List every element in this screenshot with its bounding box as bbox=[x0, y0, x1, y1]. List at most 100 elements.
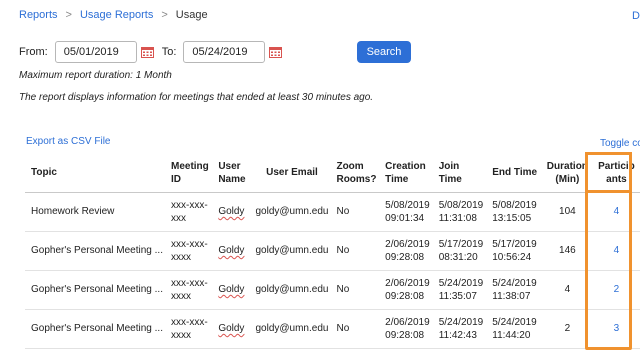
user-name: Goldy bbox=[218, 206, 245, 217]
table-row: Homework Review xxx-xxx-xxx Goldy goldy@… bbox=[25, 192, 640, 232]
duration-cell: 4 bbox=[541, 270, 593, 310]
zoom-rooms-cell: No bbox=[332, 231, 382, 271]
user-name-cell: Goldy bbox=[214, 270, 252, 310]
table-header-row: Topic Meeting ID User Name User Email Zo… bbox=[25, 154, 640, 193]
participants-link[interactable]: 2 bbox=[614, 284, 620, 295]
meeting-id-part: xxx-xxx- bbox=[170, 316, 208, 328]
creation-date: 2/06/2019 bbox=[385, 238, 430, 250]
meeting-id-part: xxxx bbox=[170, 329, 191, 341]
header-user-email: User Email bbox=[251, 154, 333, 193]
creation-clock: 09:28:08 bbox=[385, 290, 425, 302]
creation-date: 5/08/2019 bbox=[385, 199, 430, 211]
participants-cell: 2 bbox=[592, 270, 640, 310]
table-row: Gopher's Personal Meeting ... xxx-xxx-xx… bbox=[25, 231, 640, 271]
creation-clock: 09:01:34 bbox=[385, 212, 425, 224]
to-label: To: bbox=[161, 46, 177, 58]
report-info-note: The report displays information for meet… bbox=[19, 92, 374, 103]
creation-date: 2/06/2019 bbox=[385, 316, 430, 328]
search-button[interactable]: Search bbox=[357, 41, 411, 63]
user-name: Goldy bbox=[218, 245, 245, 256]
table-row: Gopher's Personal Meeting ... xxx-xxx-xx… bbox=[25, 270, 640, 310]
participants-link[interactable]: 3 bbox=[614, 323, 620, 334]
user-email-cell: goldy@umn.edu bbox=[251, 309, 333, 349]
meeting-id-part: xxxx bbox=[170, 251, 191, 263]
participants-cell: 4 bbox=[592, 192, 640, 232]
participants-cell: 3 bbox=[592, 309, 640, 349]
breadcrumb-separator: > bbox=[65, 9, 72, 21]
header-user-name: User Name bbox=[214, 154, 252, 193]
header-join-time: Join Time bbox=[434, 154, 489, 193]
to-date-input[interactable] bbox=[183, 41, 266, 63]
topic-cell: Gopher's Personal Meeting ... bbox=[25, 231, 167, 271]
join-clock: 08:31:20 bbox=[438, 251, 478, 263]
breadcrumb-current: Usage bbox=[175, 9, 208, 21]
topic-cell: Gopher's Personal Meeting ... bbox=[25, 309, 167, 349]
header-meeting-id: Meeting ID bbox=[166, 154, 215, 193]
meeting-id-part: xxx-xxx- bbox=[170, 199, 208, 211]
creation-clock: 09:28:08 bbox=[385, 329, 425, 341]
meeting-id-part: xxx bbox=[170, 212, 186, 224]
participants-link[interactable]: 4 bbox=[614, 245, 620, 256]
join-date: 5/24/2019 bbox=[438, 277, 484, 289]
from-date-input[interactable] bbox=[54, 41, 137, 63]
toggle-columns-link[interactable]: Toggle co bbox=[600, 138, 640, 149]
breadcrumb: Reports > Usage Reports > Usage bbox=[19, 9, 208, 21]
user-name-cell: Goldy bbox=[214, 192, 252, 232]
header-participants: Particip ants bbox=[592, 154, 640, 193]
usage-report-table: Topic Meeting ID User Name User Email Zo… bbox=[25, 154, 640, 349]
duration-cell: 146 bbox=[541, 231, 593, 271]
meeting-id-part: xxx-xxx- bbox=[170, 238, 208, 250]
creation-time-cell: 2/06/2019 09:28:08 bbox=[381, 309, 435, 349]
header-creation-time: Creation Time bbox=[381, 154, 435, 193]
user-email-cell: goldy@umn.edu bbox=[251, 231, 333, 271]
join-clock: 11:35:07 bbox=[438, 290, 477, 302]
zoom-rooms-cell: No bbox=[332, 309, 382, 349]
zoom-rooms-cell: No bbox=[332, 270, 382, 310]
meeting-id-cell: xxx-xxx-xxxx bbox=[166, 270, 215, 310]
end-date: 5/08/2019 bbox=[492, 199, 537, 211]
topic-cell: Homework Review bbox=[25, 192, 167, 232]
date-filter-row: From: To: bbox=[19, 41, 290, 63]
participants-link[interactable]: 4 bbox=[614, 206, 620, 217]
creation-clock: 09:28:08 bbox=[385, 251, 425, 263]
creation-time-cell: 2/06/2019 09:28:08 bbox=[381, 231, 435, 271]
user-name: Goldy bbox=[218, 284, 245, 295]
breadcrumb-usage-reports-link[interactable]: Usage Reports bbox=[80, 9, 153, 21]
topic-cell: Gopher's Personal Meeting ... bbox=[25, 270, 167, 310]
creation-time-cell: 2/06/2019 09:28:08 bbox=[381, 270, 435, 310]
user-email-cell: goldy@umn.edu bbox=[251, 192, 333, 232]
user-name-cell: Goldy bbox=[214, 231, 252, 271]
join-time-cell: 5/17/2019 08:31:20 bbox=[434, 231, 489, 271]
duration-cell: 2 bbox=[541, 309, 593, 349]
header-end-time: End Time bbox=[488, 154, 542, 193]
calendar-icon[interactable] bbox=[269, 46, 283, 58]
end-clock: 10:56:24 bbox=[492, 251, 532, 263]
end-clock: 11:38:07 bbox=[492, 290, 531, 302]
user-email-cell: goldy@umn.edu bbox=[251, 270, 333, 310]
creation-date: 2/06/2019 bbox=[385, 277, 430, 289]
join-clock: 11:42:43 bbox=[438, 329, 477, 341]
end-time-cell: 5/24/2019 11:44:20 bbox=[488, 309, 542, 349]
corner-link[interactable]: D bbox=[632, 10, 640, 22]
creation-time-cell: 5/08/2019 09:01:34 bbox=[381, 192, 435, 232]
max-duration-note: Maximum report duration: 1 Month bbox=[19, 70, 172, 81]
export-csv-link[interactable]: Export as CSV File bbox=[26, 136, 110, 147]
meeting-id-cell: xxx-xxx-xxx bbox=[166, 192, 215, 232]
duration-cell: 104 bbox=[541, 192, 593, 232]
table-row: Gopher's Personal Meeting ... xxx-xxx-xx… bbox=[25, 309, 640, 349]
join-time-cell: 5/24/2019 11:35:07 bbox=[434, 270, 489, 310]
meeting-id-part: xxx-xxx- bbox=[170, 277, 208, 289]
end-date: 5/24/2019 bbox=[492, 316, 537, 328]
calendar-icon[interactable] bbox=[140, 46, 154, 58]
end-time-cell: 5/24/2019 11:38:07 bbox=[488, 270, 542, 310]
join-time-cell: 5/24/2019 11:42:43 bbox=[434, 309, 489, 349]
meeting-id-cell: xxx-xxx-xxxx bbox=[166, 309, 215, 349]
meeting-id-cell: xxx-xxx-xxxx bbox=[166, 231, 215, 271]
end-date: 5/24/2019 bbox=[492, 277, 537, 289]
end-clock: 13:15:05 bbox=[492, 212, 532, 224]
user-name-cell: Goldy bbox=[214, 309, 252, 349]
end-time-cell: 5/08/2019 13:15:05 bbox=[488, 192, 542, 232]
breadcrumb-reports-link[interactable]: Reports bbox=[19, 9, 58, 21]
header-topic: Topic bbox=[25, 154, 167, 193]
user-name: Goldy bbox=[218, 323, 245, 334]
